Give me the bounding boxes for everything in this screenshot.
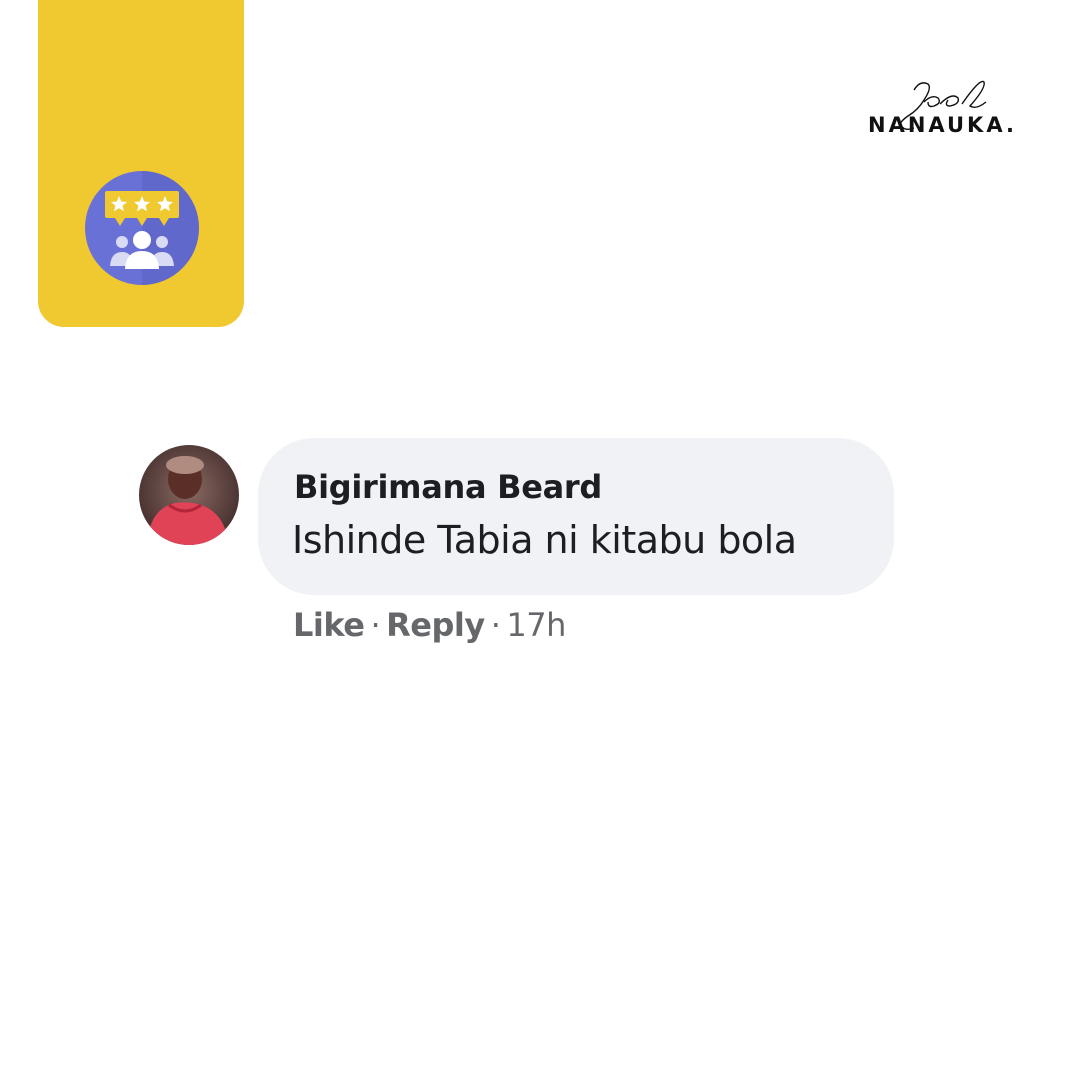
comment-author-name[interactable]: Bigirimana Beard [294, 468, 602, 506]
commenter-avatar[interactable] [139, 445, 239, 545]
logo-wordmark: NANAUKA. [868, 113, 1017, 137]
brand-logo: NANAUKA. [862, 76, 1034, 140]
separator: · [490, 606, 501, 644]
reply-button[interactable]: Reply [386, 606, 485, 644]
comment-bubble: Bigirimana Beard Ishinde Tabia ni kitabu… [258, 438, 894, 595]
comment-timestamp[interactable]: 17h [506, 606, 566, 644]
like-button[interactable]: Like [293, 606, 365, 644]
separator: · [370, 606, 381, 644]
reviews-icon [85, 171, 199, 285]
comment-actions: Like · Reply · 17h [293, 606, 566, 644]
comment-text: Ishinde Tabia ni kitabu bola [292, 518, 797, 562]
